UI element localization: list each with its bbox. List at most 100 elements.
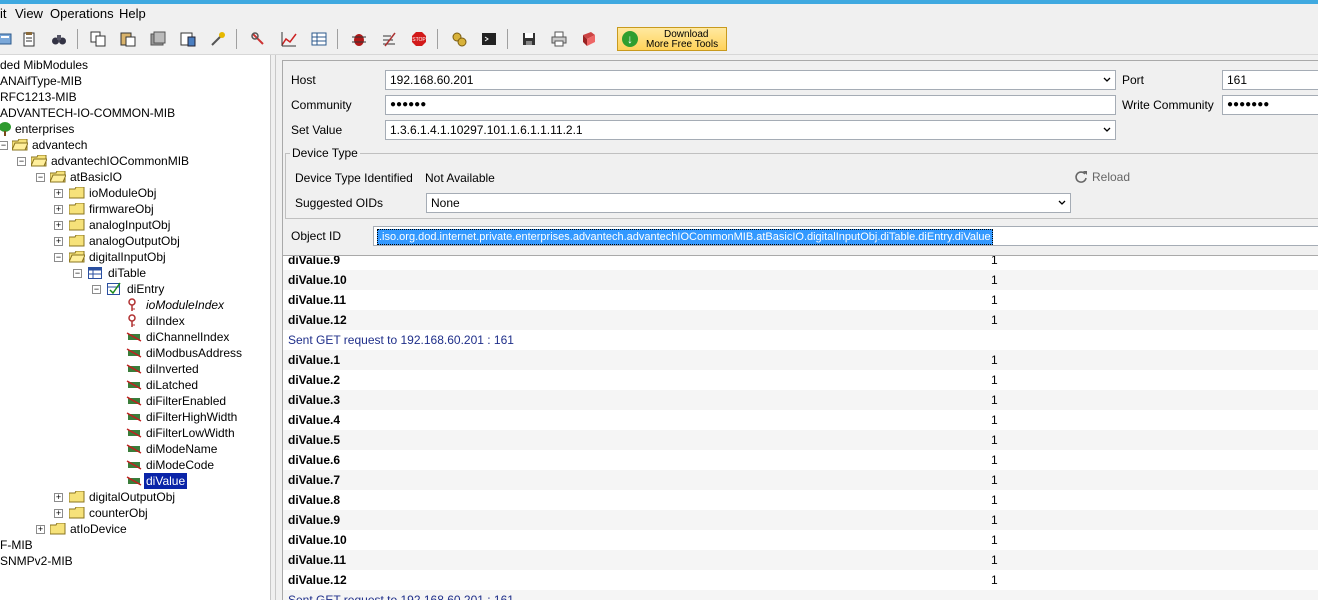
tree-node-rfc1213-mib[interactable]: RFC1213-MIB [0,89,77,105]
collapse-icon[interactable]: − [73,269,82,278]
tree-node-if-mib[interactable]: F-MIB [0,537,33,553]
expand-icon[interactable]: + [54,205,63,214]
tree-node-divalue[interactable]: diValue [0,473,200,489]
chevron-down-icon [1103,127,1111,132]
paste-icon[interactable] [117,28,139,50]
print-icon[interactable] [548,28,570,50]
table-icon[interactable] [308,28,330,50]
tree-node-diindex[interactable]: diIndex [0,313,200,329]
tree-node-diinverted[interactable]: diInverted [0,361,240,377]
collapse-icon[interactable]: − [92,285,101,294]
tree-node-difilterhighwidth[interactable]: diFilterHighWidth [0,409,265,425]
settings-wand-icon[interactable] [207,28,229,50]
result-value: 1 [991,573,998,587]
reload-button[interactable]: Reload [1074,169,1130,185]
expand-icon[interactable]: + [54,189,63,198]
tree-node-advantech[interactable]: − advantech [0,137,140,153]
settings-gears-icon[interactable] [448,28,470,50]
tree-node-ditable[interactable]: − diTable [0,265,170,281]
write-community-field[interactable]: ●●●●●●● [1222,95,1318,115]
tree-node-label: analogOutputObj [89,234,180,248]
tree-node-iomoduleobj[interactable]: + ioModuleObj [0,185,180,201]
expand-icon[interactable]: + [54,493,63,502]
collapse-icon[interactable]: − [17,157,26,166]
stop-icon[interactable]: STOP [408,28,430,50]
community-field[interactable]: ●●●●●● [385,95,1116,115]
tree-node-digitalinputobj[interactable]: − digitalInputObj [0,249,190,265]
help-book-icon[interactable] [578,28,600,50]
collapse-icon[interactable]: − [54,253,63,262]
tree-node-dientry[interactable]: − diEntry [0,281,190,297]
tree-node-difilterenabled[interactable]: diFilterEnabled [0,393,260,409]
tree-node-enterprises[interactable]: enterprises [0,121,120,137]
tree-node-firmwareobj[interactable]: + firmwareObj [0,201,180,217]
collapse-icon[interactable]: − [0,141,8,150]
collapse-icon[interactable]: − [36,173,45,182]
port-label: Port [1122,73,1145,87]
mib-tree[interactable]: ded MibModules ANAifType-MIB RFC1213-MIB… [0,55,270,600]
svg-text:STOP: STOP [412,37,426,43]
result-row: diValue.2 1 [283,370,1318,390]
terminal-icon[interactable] [478,28,500,50]
expand-icon[interactable]: + [36,525,45,534]
tools-icon[interactable] [247,28,269,50]
download-more-tools-button[interactable]: ↓ Download More Free Tools [617,27,727,51]
debug-bug-icon[interactable] [348,28,370,50]
tree-node-ianaiftype-mib[interactable]: ANAifType-MIB [0,73,82,89]
result-value: 1 [991,313,998,327]
tree-node-counterobj[interactable]: + counterObj [0,505,170,521]
object-id-field[interactable]: .iso.org.dod.internet.private.enterprise… [373,226,1318,246]
tree-node-label: diIndex [146,314,185,328]
open-folder-icon [31,155,47,167]
result-value: 1 [991,273,998,287]
tree-node-mibmodules[interactable]: ded MibModules [0,57,88,73]
tree-node-advantechiocommonmib[interactable]: − advantechIOCommonMIB [0,153,200,169]
tree-node-dilatched[interactable]: diLatched [0,377,240,393]
reload-label: Reload [1092,170,1131,184]
graph-chart-icon[interactable] [278,28,300,50]
trap-icon[interactable] [378,28,400,50]
leaf-readonly-icon [126,476,142,486]
tree-node-atiodevice[interactable]: + atIoDevice [0,521,150,537]
result-message: Sent GET request to 192.168.60.201 : 161 [288,333,514,347]
result-name: diValue.10 [288,533,347,547]
pane-splitter[interactable] [270,55,276,600]
save-icon[interactable] [518,28,540,50]
tree-node-iomoduleindex[interactable]: ioModuleIndex [0,297,240,313]
tree-node-snmpv2-mib[interactable]: SNMPv2-MIB [0,553,73,569]
tree-node-dimodecode[interactable]: diModeCode [0,457,250,473]
tree-node-atbasicio[interactable]: − atBasicIO [0,169,150,185]
copy-icon[interactable] [87,28,109,50]
tree-node-dimodbusaddress[interactable]: diModbusAddress [0,345,265,361]
set-value-combo[interactable]: 1.3.6.1.4.1.10297.101.1.6.1.1.11.2.1 [385,120,1116,140]
tree-node-digitaloutputobj[interactable]: + digitalOutputObj [0,489,190,505]
tree-node-advantech-io-common-mib[interactable]: ADVANTECH-IO-COMMON-MIB [0,105,175,121]
suggested-oids-combo[interactable]: None [426,193,1071,213]
tree-node-label: ded MibModules [0,58,89,72]
results-output[interactable]: diValue.9 1 diValue.10 1 diValue.11 1 di… [282,256,1318,600]
load-mib-icon[interactable] [0,28,16,50]
result-value: 1 [991,473,998,487]
menu-view[interactable]: View [15,6,43,22]
mib-info-icon[interactable] [18,28,40,50]
result-name: diValue.7 [288,473,341,487]
tree-node-analoginputobj[interactable]: + analogInputObj [0,217,190,233]
expand-icon[interactable]: + [54,221,63,230]
result-name: diValue.9 [288,256,341,267]
menu-operations[interactable]: Operations [50,6,114,22]
menu-edit[interactable]: it [0,6,7,22]
host-combo[interactable]: 192.168.60.201 [385,70,1116,90]
tree-node-label: atBasicIO [70,170,123,184]
tree-node-difilterlowwidth[interactable]: diFilterLowWidth [0,425,265,441]
tree-node-analogoutputobj[interactable]: + analogOutputObj [0,233,190,249]
port-field[interactable]: 161 [1222,70,1318,90]
suggested-oids-value: None [431,196,460,210]
expand-icon[interactable]: + [54,237,63,246]
tree-node-dichannelindex[interactable]: diChannelIndex [0,329,260,345]
compile-icon[interactable] [147,28,169,50]
expand-icon[interactable]: + [54,509,63,518]
find-icon[interactable] [48,28,70,50]
graph-icon[interactable] [177,28,199,50]
tree-node-dimodename[interactable]: diModeName [0,441,250,457]
menu-help[interactable]: Help [119,6,146,22]
